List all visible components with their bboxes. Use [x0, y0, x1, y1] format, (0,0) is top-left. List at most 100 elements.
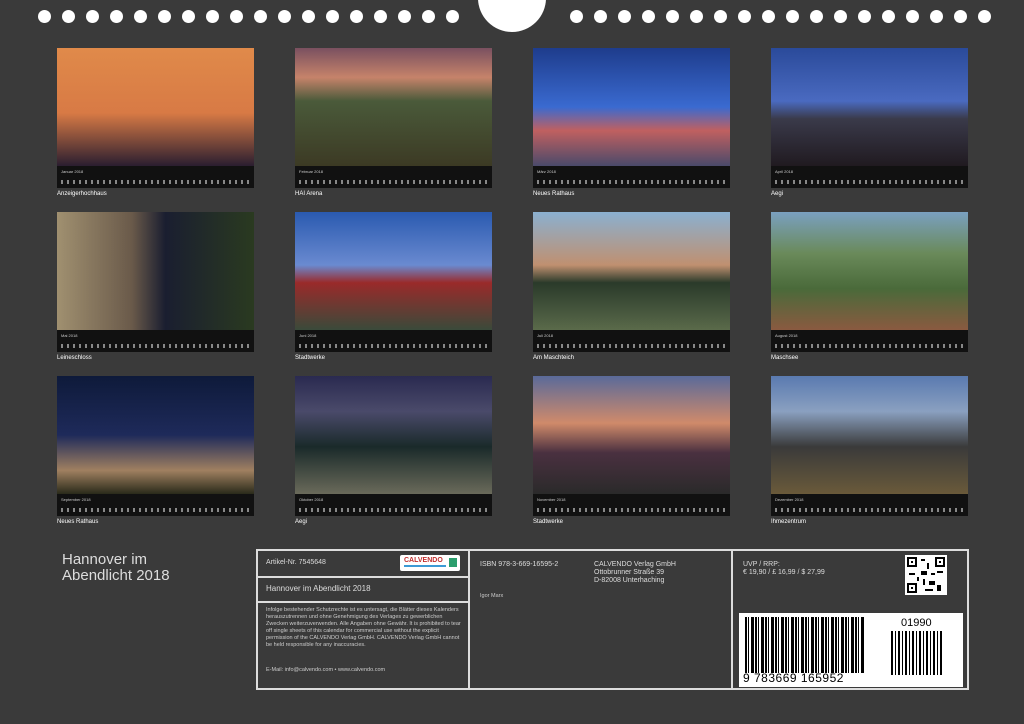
month-tile: August 2018 Maschsee [771, 212, 968, 361]
uvp-label: UVP / RRP: [743, 561, 780, 568]
calendar-strip: Januar 2018 [57, 166, 254, 188]
binding-hole [350, 10, 363, 23]
binding-hole [858, 10, 871, 23]
calendar-strip: Oktober 2018 [295, 494, 492, 516]
month-label: Januar 2018 [61, 169, 84, 174]
binding-hole [278, 10, 291, 23]
calendar-strip: Juni 2018 [295, 330, 492, 352]
photo-caption: Am Maschteich [533, 355, 575, 361]
photo-caption: Anzeigerhochhaus [57, 191, 107, 197]
month-tile: Dezember 2018 Ihmezentrum [771, 376, 968, 525]
month-photo [57, 212, 254, 330]
month-tile: Juni 2018 Stadtwerke [295, 212, 492, 361]
month-label: Dezember 2018 [775, 497, 804, 502]
calendar-title: Hannover im Abendlicht 2018 [62, 552, 170, 584]
qr-code [905, 555, 947, 595]
binding-hole [930, 10, 943, 23]
article-number: Artikel-Nr. 7545648 [266, 559, 326, 566]
calendar-title-line-2: Abendlicht 2018 [62, 567, 170, 584]
info-column-2: ISBN 978-3-669-16595-2 CALVENDO Verlag G… [470, 551, 733, 688]
calvendo-logo: CALVENDO [400, 555, 460, 571]
logo-text: CALVENDO [404, 557, 443, 564]
month-label: März 2018 [537, 169, 556, 174]
binding-hole [810, 10, 823, 23]
month-tile: Januar 2018 Anzeigerhochhaus [57, 48, 254, 197]
binding-hole [714, 10, 727, 23]
month-label: November 2018 [537, 497, 566, 502]
binding-hole [38, 10, 51, 23]
month-photo [771, 48, 968, 166]
publisher-name: CALVENDO Verlag GmbH [594, 561, 676, 568]
binding-hole [738, 10, 751, 23]
month-photo [533, 376, 730, 494]
isbn: ISBN 978-3-669-16595-2 [480, 561, 559, 568]
month-label: Mai 2018 [61, 333, 78, 338]
month-tile: Juli 2018 Am Maschteich [533, 212, 730, 361]
month-label: Juni 2018 [299, 333, 317, 338]
photo-caption: Aegi [295, 519, 308, 525]
binding-hole [786, 10, 799, 23]
binding-hole [618, 10, 631, 23]
month-tile: März 2018 Neues Rathaus [533, 48, 730, 197]
month-photo [295, 212, 492, 330]
photo-caption: HAI Arena [295, 191, 323, 197]
photo-caption: Aegi [771, 191, 784, 197]
contact-email: E-Mail: info@calvendo.com • www.calvendo… [266, 667, 386, 673]
month-photo [533, 48, 730, 166]
month-tile: Februar 2018 HAI Arena [295, 48, 492, 197]
binding-hole [134, 10, 147, 23]
price-list: € 19,90 / £ 16,99 / $ 27,99 [743, 569, 825, 576]
calendar-strip: September 2018 [57, 494, 254, 516]
calendar-strip: Dezember 2018 [771, 494, 968, 516]
product-info-box: Artikel-Nr. 7545648 CALVENDO Hannover im… [256, 549, 969, 690]
binding-hole [254, 10, 267, 23]
month-photo [771, 212, 968, 330]
publisher-street: Ottobrunner Straße 39 [594, 569, 665, 576]
binding-hole [642, 10, 655, 23]
ean-barcode: 01990 9 783669 165952 [739, 613, 963, 687]
month-tile: November 2018 Stadtwerke [533, 376, 730, 525]
calendar-strip: Juli 2018 [533, 330, 730, 352]
month-tile: Oktober 2018 Aegi [295, 376, 492, 525]
binding-hole [906, 10, 919, 23]
ean-number: 9 783669 165952 [743, 671, 844, 685]
month-label: April 2018 [775, 169, 794, 174]
photo-caption: Leineschloss [57, 355, 92, 361]
month-tile: September 2018 Neues Rathaus [57, 376, 254, 525]
month-label: Februar 2018 [299, 169, 324, 174]
calendar-strip: April 2018 [771, 166, 968, 188]
binding-hole [690, 10, 703, 23]
month-label: September 2018 [61, 497, 91, 502]
calendar-strip: November 2018 [533, 494, 730, 516]
photo-caption: Ihmezentrum [771, 519, 807, 525]
binding-hole [62, 10, 75, 23]
month-photo [533, 212, 730, 330]
photo-caption: Stadtwerke [533, 519, 564, 525]
author: Igor Marx [480, 593, 504, 599]
month-label: Juli 2018 [537, 333, 554, 338]
binding-hole [158, 10, 171, 23]
binding-hole [374, 10, 387, 23]
binding-hole [446, 10, 459, 23]
legal-notice: Infolge bestehender Schutzrechte ist es … [266, 607, 461, 648]
calendar-strip: Februar 2018 [295, 166, 492, 188]
month-tile: Mai 2018 Leineschloss [57, 212, 254, 361]
binding-hole [326, 10, 339, 23]
barcode-addon: 01990 [901, 617, 932, 629]
binding-hole [206, 10, 219, 23]
binding-hole [86, 10, 99, 23]
photo-caption: Neues Rathaus [57, 519, 99, 525]
binding-hole [110, 10, 123, 23]
photo-caption: Maschsee [771, 355, 799, 361]
info-column-3: UVP / RRP: € 19,90 / £ 16,99 / $ 27,99 0… [733, 551, 967, 688]
month-photo [295, 376, 492, 494]
publisher-city: D-82008 Unterhaching [594, 577, 665, 584]
binding-hole [954, 10, 967, 23]
binding-hole [398, 10, 411, 23]
binding-hole [882, 10, 895, 23]
binding-hole [594, 10, 607, 23]
month-tile: April 2018 Aegi [771, 48, 968, 197]
calendar-strip: März 2018 [533, 166, 730, 188]
month-photo [57, 376, 254, 494]
photo-caption: Stadtwerke [295, 355, 326, 361]
